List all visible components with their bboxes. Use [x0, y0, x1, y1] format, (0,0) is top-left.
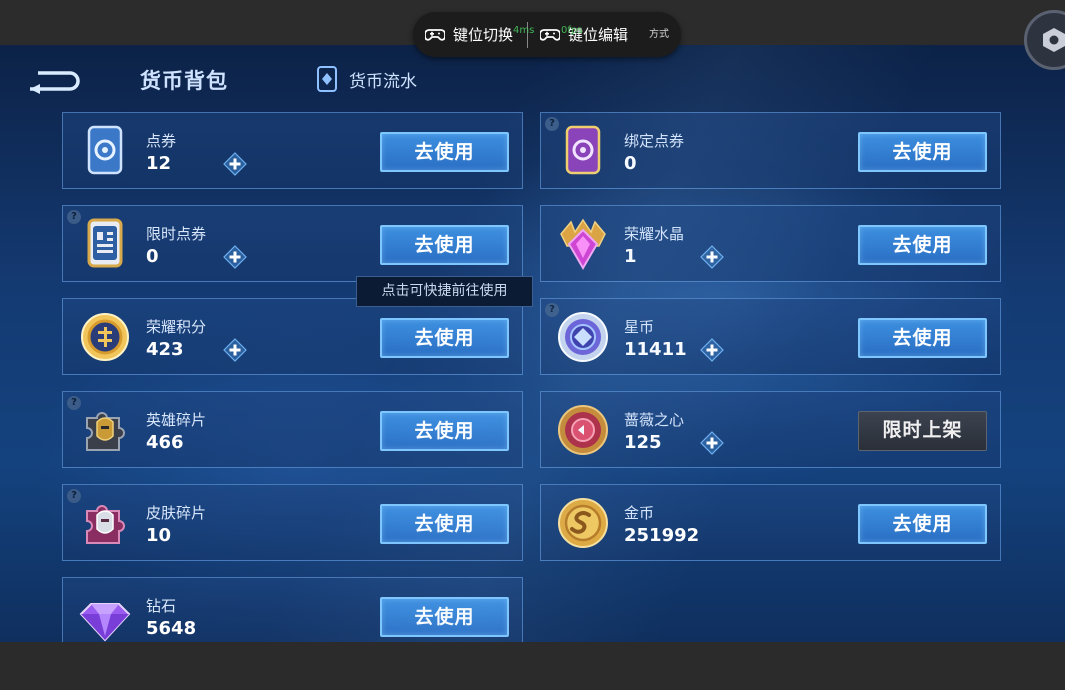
currency-value: 0	[146, 246, 159, 267]
currency-value: 251992	[624, 525, 700, 546]
currency-card-bound-coupon: ? 绑定点券 0 去使用	[540, 112, 1001, 189]
fps-readout: 0fps	[561, 25, 583, 36]
game-screen: 货币背包 货币流水 点券 12 去使用 ? 绑定点券 0 去使用 ? 限时点券 …	[0, 45, 1065, 642]
glory-crystal-icon	[560, 218, 606, 270]
currency-value: 0	[624, 153, 637, 174]
currency-name: 点券	[146, 132, 177, 150]
latency-readout: 4ms	[513, 25, 535, 36]
add-limited-coupon-button[interactable]	[223, 245, 247, 269]
quick-use-tooltip: 点击可快捷前往使用	[356, 276, 533, 307]
currency-name: 蔷薇之心	[624, 411, 685, 429]
limited-coupon-icon	[87, 218, 123, 268]
currency-value: 12	[146, 153, 172, 174]
gamepad-edit-icon	[540, 28, 561, 41]
add-coupon-button[interactable]	[223, 152, 247, 176]
use-button[interactable]: 去使用	[858, 132, 987, 172]
currency-name: 英雄碎片	[146, 411, 207, 429]
hexagon-gear-icon	[1043, 28, 1065, 52]
back-button[interactable]	[26, 67, 82, 95]
gold-coin-icon	[558, 498, 608, 548]
keymap-toolbar: 键位切换 键位编辑 4ms 0fps 方式	[413, 12, 681, 57]
currency-name: 皮肤碎片	[146, 504, 207, 522]
add-star-coin-button[interactable]	[700, 338, 724, 362]
key-switch-button[interactable]: 键位切换	[413, 12, 513, 57]
use-button[interactable]: 去使用	[380, 597, 509, 637]
add-glory-crystal-button[interactable]	[700, 245, 724, 269]
key-edit-button[interactable]: 键位编辑	[540, 12, 628, 57]
tab-currency-flow[interactable]: 货币流水	[315, 65, 417, 93]
bound-coupon-icon	[565, 125, 601, 175]
currency-card-star-coin: ? 星币 11411 去使用	[540, 298, 1001, 375]
currency-card-gold-coin: 金币 251992 去使用	[540, 484, 1001, 561]
skin-fragment-icon	[86, 505, 125, 544]
tab-currency-flow-label: 货币流水	[349, 71, 417, 92]
currency-name: 荣耀水晶	[624, 225, 685, 243]
currency-name: 钻石	[146, 597, 177, 615]
page-title: 货币背包	[140, 69, 228, 93]
key-switch-label: 键位切换	[453, 26, 514, 44]
currency-card-glory-crystal: 荣耀水晶 1 去使用	[540, 205, 1001, 282]
coupon-icon	[87, 125, 123, 175]
currency-name: 限时点券	[146, 225, 207, 243]
currency-card-skin-fragment: ? 皮肤碎片 10 去使用	[62, 484, 523, 561]
back-arrow-icon	[30, 71, 80, 94]
hero-fragment-icon	[86, 412, 125, 451]
add-glory-points-button[interactable]	[223, 338, 247, 362]
currency-card-glory-points: 荣耀积分 423 去使用	[62, 298, 523, 375]
star-coin-icon	[558, 312, 608, 362]
use-button[interactable]: 去使用	[380, 132, 509, 172]
currency-value: 125	[624, 432, 662, 453]
currency-name: 金币	[624, 504, 655, 522]
currency-card-hero-fragment: ? 英雄碎片 466 去使用	[62, 391, 523, 468]
use-button[interactable]: 去使用	[858, 318, 987, 358]
currency-value: 466	[146, 432, 184, 453]
currency-value: 10	[146, 525, 172, 546]
currency-value: 11411	[624, 339, 687, 360]
use-button[interactable]: 去使用	[380, 504, 509, 544]
currency-value: 423	[146, 339, 184, 360]
limited-listing-button: 限时上架	[858, 411, 987, 451]
flow-card-icon	[317, 66, 337, 92]
currency-name: 荣耀积分	[146, 318, 207, 336]
use-button[interactable]: 去使用	[380, 318, 509, 358]
gamepad-icon	[425, 28, 445, 41]
glory-points-icon	[81, 313, 129, 361]
add-rose-heart-button[interactable]	[700, 431, 724, 455]
use-button[interactable]: 去使用	[380, 411, 509, 451]
use-button[interactable]: 去使用	[380, 225, 509, 265]
rose-heart-icon	[558, 405, 608, 455]
currency-name: 星币	[624, 318, 655, 336]
currency-card-limited-coupon: ? 限时点券 0 去使用	[62, 205, 523, 282]
currency-card-diamond: 钻石 5648 去使用	[62, 577, 523, 642]
currency-card-rose-heart: 蔷薇之心 125 限时上架	[540, 391, 1001, 468]
use-button[interactable]: 去使用	[858, 504, 987, 544]
method-readout: 方式	[649, 29, 669, 40]
use-button[interactable]: 去使用	[858, 225, 987, 265]
emulator-bottom-bar	[0, 642, 1065, 690]
diamond-icon	[79, 603, 131, 642]
currency-name: 绑定点券	[624, 132, 685, 150]
currency-card-coupon: 点券 12 去使用	[62, 112, 523, 189]
currency-value: 5648	[146, 618, 197, 639]
currency-value: 1	[624, 246, 637, 267]
